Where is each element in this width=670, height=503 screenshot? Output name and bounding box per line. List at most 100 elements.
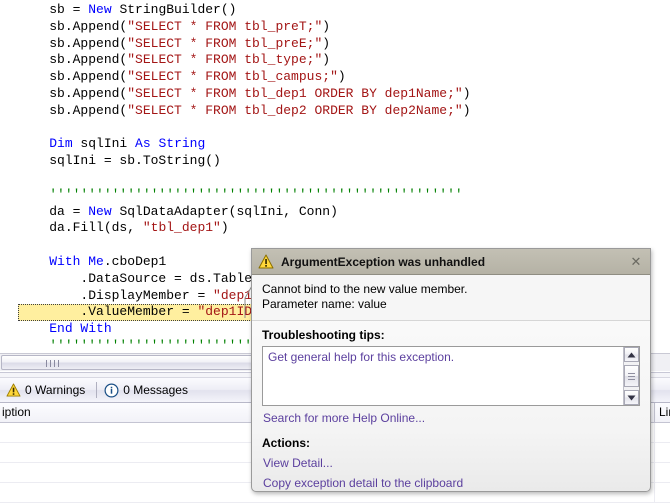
code-token-kw: New — [88, 204, 111, 219]
code-line-content: sb.Append("SELECT * FROM tbl_type;") — [18, 52, 471, 69]
code-token-plain: sb.Append( — [49, 86, 127, 101]
code-token-plain: sqlIni = sb.ToString() — [49, 153, 221, 168]
messages-count-label: 0 Messages — [123, 383, 188, 397]
code-token-plain: ) — [338, 69, 346, 84]
row-column-divider — [654, 463, 655, 482]
code-line-content: ''''''''''''''''''''''''''''''''''''''''… — [18, 187, 471, 204]
code-line[interactable]: sb.Append("SELECT * FROM tbl_dep2 ORDER … — [18, 103, 471, 120]
code-line-content — [18, 120, 471, 137]
row-column-divider — [654, 483, 655, 502]
code-token-kw: End With — [49, 321, 111, 336]
code-line[interactable]: sb.Append("SELECT * FROM tbl_campus;") — [18, 69, 471, 86]
code-token-kw: With — [49, 254, 80, 269]
code-line[interactable]: da.Fill(ds, "tbl_dep1") — [18, 220, 471, 237]
view-detail-link[interactable]: View Detail... — [263, 456, 640, 470]
code-line-content: sb.Append("SELECT * FROM tbl_campus;") — [18, 69, 471, 86]
copy-exception-detail-link[interactable]: Copy exception detail to the clipboard — [263, 476, 640, 490]
code-token-plain: .cboDep1 — [104, 254, 166, 269]
warning-triangle-icon — [258, 254, 274, 269]
code-token-kw: New — [88, 2, 111, 17]
troubleshooting-heading: Troubleshooting tips: — [262, 328, 640, 342]
exception-message-line-2: Parameter name: value — [262, 297, 640, 312]
code-token-plain: da = — [49, 204, 88, 219]
column-header-description[interactable]: iption — [0, 403, 31, 422]
exception-dialog-title: ArgumentException was unhandled — [281, 255, 626, 269]
scroll-up-arrow-icon[interactable] — [624, 347, 639, 362]
code-token-plain: da.Fill(ds, — [49, 220, 143, 235]
code-token-plain: StringBuilder() — [112, 2, 237, 17]
code-token-str: "SELECT * FROM tbl_type;" — [127, 52, 322, 67]
code-line-content: sb.Append("SELECT * FROM tbl_preT;") — [18, 19, 471, 36]
code-line[interactable]: sb.Append("SELECT * FROM tbl_preT;") — [18, 19, 471, 36]
code-token-plain: ) — [463, 103, 471, 118]
search-more-help-online-link[interactable]: Search for more Help Online... — [263, 411, 640, 425]
warnings-filter-button[interactable]: 0 Warnings — [4, 380, 91, 401]
code-token-plain: sb = — [49, 2, 88, 17]
code-token-cmt: ''''''''''''''''''''''''''''''''''''''''… — [49, 187, 462, 202]
code-line[interactable]: da = New SqlDataAdapter(sqlIni, Conn) — [18, 204, 471, 221]
editor-gutter — [0, 0, 18, 353]
exception-assistant-dialog[interactable]: ArgumentException was unhandled ✕ Cannot… — [251, 248, 651, 492]
code-token-plain: sb.Append( — [49, 36, 127, 51]
code-token-plain: ) — [322, 36, 330, 51]
code-token-plain: sb.Append( — [49, 69, 127, 84]
code-token-plain: sqlIni — [73, 136, 135, 151]
info-circle-icon — [104, 383, 119, 398]
code-token-str: "SELECT * FROM tbl_preT;" — [127, 19, 322, 34]
code-token-plain: sb.Append( — [49, 19, 127, 34]
code-token-plain: .DisplayMember = — [80, 288, 213, 303]
code-line[interactable]: Dim sqlIni As String — [18, 136, 471, 153]
code-token-plain: .DataSource = ds.Tables( — [80, 271, 267, 286]
code-line-content: da.Fill(ds, "tbl_dep1") — [18, 220, 471, 237]
exception-message-line-1: Cannot bind to the new value member. — [262, 282, 640, 297]
tips-scroll-thumb[interactable] — [624, 365, 639, 387]
exception-dialog-titlebar: ArgumentException was unhandled ✕ — [252, 249, 650, 275]
code-token-kw: As — [135, 136, 151, 151]
code-line-content: sb.Append("SELECT * FROM tbl_dep1 ORDER … — [18, 86, 471, 103]
warnings-count-label: 0 Warnings — [25, 383, 85, 397]
tips-vertical-scrollbar[interactable] — [623, 347, 639, 405]
code-line-highlighted: .ValueMember = "dep1ID" — [18, 304, 262, 321]
code-line[interactable]: sb.Append("SELECT * FROM tbl_preE;") — [18, 36, 471, 53]
code-token-plain: .ValueMember = — [80, 304, 197, 319]
code-token-plain: ) — [463, 86, 471, 101]
code-line-content: Dim sqlIni As String — [18, 136, 471, 153]
close-icon[interactable]: ✕ — [626, 253, 646, 271]
code-line-content: da = New SqlDataAdapter(sqlIni, Conn) — [18, 204, 471, 221]
actions-heading: Actions: — [262, 436, 640, 450]
visual-studio-window: sb = New StringBuilder() sb.Append("SELE… — [0, 0, 670, 503]
code-line[interactable] — [18, 120, 471, 137]
code-token-kw: Dim — [49, 136, 72, 151]
troubleshooting-tips-box[interactable]: Get general help for this exception. — [262, 346, 640, 406]
code-line[interactable]: sb.Append("SELECT * FROM tbl_type;") — [18, 52, 471, 69]
code-line-content: sb.Append("SELECT * FROM tbl_dep2 ORDER … — [18, 103, 471, 120]
row-column-divider — [654, 423, 655, 442]
code-line[interactable]: sqlIni = sb.ToString() — [18, 153, 471, 170]
code-token-kw: String — [158, 136, 205, 151]
code-token-kw: Me — [88, 254, 104, 269]
tip-link-general-help[interactable]: Get general help for this exception. — [263, 347, 639, 367]
exception-message: Cannot bind to the new value member. Par… — [252, 275, 650, 321]
code-token-plain: ) — [322, 52, 330, 67]
warning-triangle-icon — [6, 383, 21, 397]
code-token-plain: sb.Append( — [49, 52, 127, 67]
messages-filter-button[interactable]: 0 Messages — [102, 380, 194, 401]
toolbar-separator — [96, 382, 97, 398]
row-column-divider — [654, 443, 655, 462]
scroll-down-arrow-icon[interactable] — [624, 390, 639, 405]
column-header-line[interactable]: Line — [654, 403, 670, 422]
code-token-plain: SqlDataAdapter(sqlIni, Conn) — [112, 204, 338, 219]
code-line[interactable]: ''''''''''''''''''''''''''''''''''''''''… — [18, 187, 471, 204]
code-line-content: sqlIni = sb.ToString() — [18, 153, 471, 170]
code-token-str: "SELECT * FROM tbl_dep2 ORDER BY dep2Nam… — [127, 103, 462, 118]
code-token-str: "SELECT * FROM tbl_preE;" — [127, 36, 322, 51]
scrollbar-grip-icon — [628, 373, 635, 380]
code-line[interactable] — [18, 170, 471, 187]
code-line[interactable]: sb.Append("SELECT * FROM tbl_dep1 ORDER … — [18, 86, 471, 103]
exception-dialog-body: Troubleshooting tips: Get general help f… — [252, 321, 650, 490]
editor-hscroll-thumb[interactable] — [1, 355, 254, 370]
code-token-str: "SELECT * FROM tbl_campus;" — [127, 69, 338, 84]
code-line[interactable]: sb = New StringBuilder() — [18, 2, 471, 19]
code-token-plain: ) — [322, 19, 330, 34]
code-token-str: "SELECT * FROM tbl_dep1 ORDER BY dep1Nam… — [127, 86, 462, 101]
